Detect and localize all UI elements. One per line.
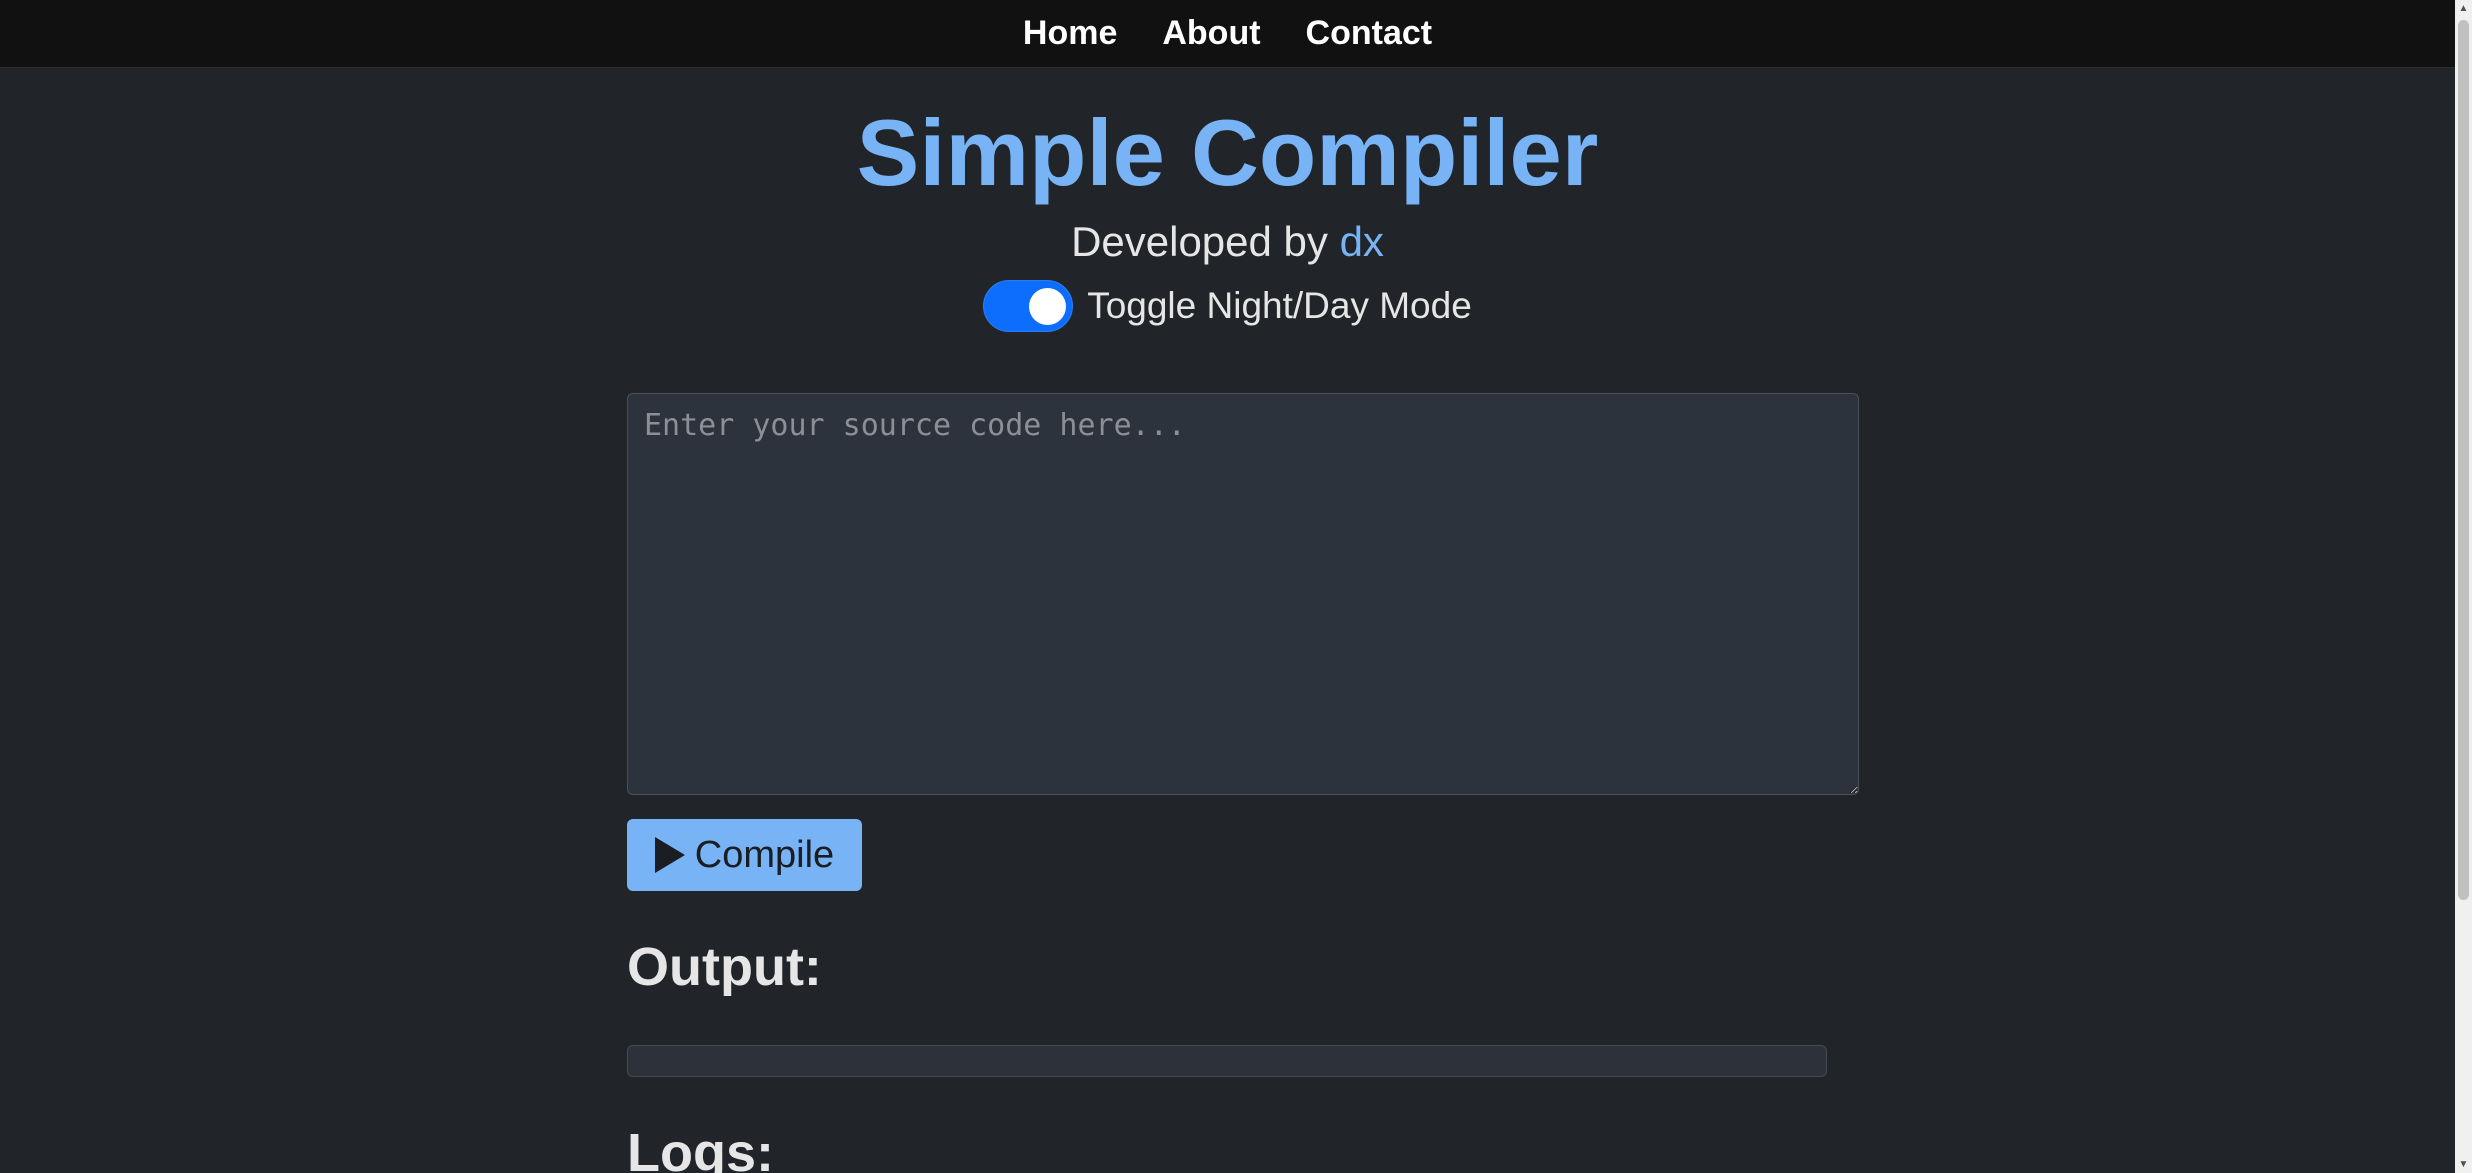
theme-toggle-row: Toggle Night/Day Mode bbox=[0, 280, 2455, 332]
output-heading: Output: bbox=[627, 937, 822, 997]
nav-contact-link[interactable]: Contact bbox=[1306, 14, 1433, 53]
page-title: Simple Compiler bbox=[856, 100, 1599, 205]
developer-credit: Developed by dx bbox=[0, 214, 2455, 270]
developer-credit-prefix: Developed by bbox=[1071, 218, 1340, 265]
output-box bbox=[627, 1045, 1827, 1077]
compile-button-label: Compile bbox=[694, 833, 835, 876]
vertical-scrollbar[interactable]: ▲ ▼ bbox=[2455, 0, 2472, 1173]
source-code-input[interactable] bbox=[627, 393, 1859, 795]
author-link[interactable]: dx bbox=[1340, 218, 1384, 265]
toggle-knob bbox=[1029, 288, 1067, 325]
scroll-up-arrow-icon[interactable]: ▲ bbox=[2455, 0, 2472, 17]
nav-about-link[interactable]: About bbox=[1162, 14, 1260, 53]
logs-heading: Logs: bbox=[627, 1123, 774, 1173]
scrollbar-thumb[interactable] bbox=[2458, 20, 2469, 900]
night-day-toggle-switch[interactable] bbox=[983, 280, 1074, 332]
top-navbar: Home About Contact bbox=[0, 0, 2455, 68]
compile-button[interactable]: Compile bbox=[627, 819, 862, 891]
nav-home-link[interactable]: Home bbox=[1023, 14, 1117, 53]
toggle-label: Toggle Night/Day Mode bbox=[1087, 285, 1472, 326]
page: Home About Contact Simple Compiler Devel… bbox=[0, 0, 2472, 1173]
scroll-down-arrow-icon[interactable]: ▼ bbox=[2455, 1156, 2472, 1173]
play-icon bbox=[654, 837, 685, 873]
